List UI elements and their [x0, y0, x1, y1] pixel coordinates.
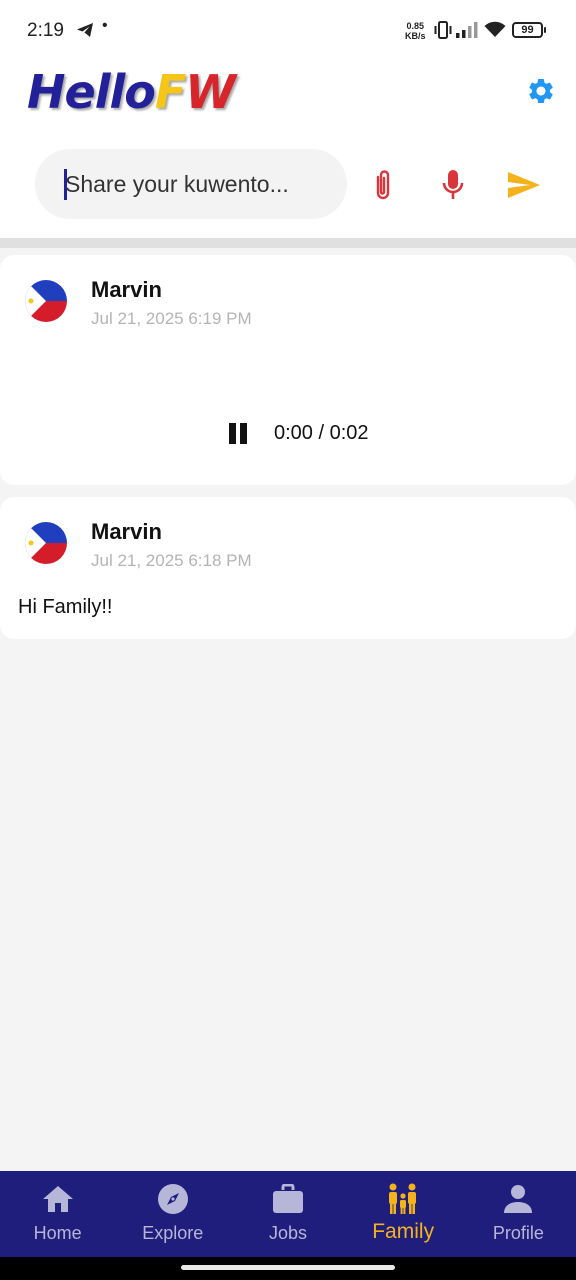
signal-icon — [456, 22, 478, 43]
attach-button[interactable] — [365, 164, 401, 206]
send-button[interactable] — [504, 166, 544, 204]
nav-label: Jobs — [268, 1223, 307, 1243]
settings-button[interactable] — [524, 74, 558, 108]
family-icon — [386, 1183, 420, 1215]
text-caret — [64, 169, 67, 200]
network-speed: 0.85 KB/s — [405, 21, 426, 41]
briefcase-icon — [271, 1183, 305, 1215]
nav-label: Home — [33, 1223, 82, 1243]
nav-home[interactable]: Home — [0, 1171, 115, 1257]
status-bar: 2:19 • 0.85 KB/s 99 — [0, 0, 576, 60]
nav-family[interactable]: Family — [346, 1171, 461, 1257]
nav-profile[interactable]: Profile — [461, 1171, 576, 1257]
person-icon — [501, 1183, 535, 1215]
vibrate-icon — [433, 21, 453, 44]
audio-time: 0:00 / 0:02 — [274, 421, 369, 444]
pause-icon — [229, 422, 236, 444]
composer-field[interactable] — [35, 149, 347, 219]
logo-w: W — [185, 65, 236, 119]
wifi-icon — [484, 21, 506, 43]
nav-explore[interactable]: Explore — [115, 1171, 230, 1257]
gesture-bar — [0, 1257, 576, 1280]
telegram-icon — [76, 22, 94, 43]
microphone-button[interactable] — [435, 164, 471, 206]
nav-label: Explore — [142, 1223, 204, 1243]
send-icon — [508, 172, 540, 198]
nav-jobs[interactable]: Jobs — [230, 1171, 345, 1257]
post-author[interactable]: Marvin — [91, 519, 162, 545]
notification-dot: • — [102, 17, 108, 34]
app-header: HelloFW — [0, 60, 576, 238]
nav-label: Profile — [492, 1223, 544, 1243]
logo-f: F — [154, 65, 186, 119]
gear-icon — [529, 78, 553, 103]
header-divider — [0, 238, 576, 248]
battery-indicator: 99 — [512, 22, 546, 38]
post-timestamp: Jul 21, 2025 6:19 PM — [91, 309, 252, 328]
status-time: 2:19 — [27, 20, 64, 41]
post-timestamp: Jul 21, 2025 6:18 PM — [91, 551, 252, 570]
avatar[interactable] — [20, 275, 72, 327]
philippine-flag-icon — [25, 522, 67, 564]
audio-player: 0:00 / 0:02 — [226, 419, 369, 447]
philippine-flag-icon — [25, 280, 67, 322]
post-card: Marvin Jul 21, 2025 6:19 PM 0:00 / 0:02 — [0, 255, 576, 485]
bottom-navigation: Home Explore Jobs Family Profile — [0, 1171, 576, 1257]
logo-hello: Hello — [27, 65, 156, 119]
microphone-icon — [442, 170, 464, 199]
pause-button[interactable] — [226, 421, 250, 445]
post-author[interactable]: Marvin — [91, 277, 162, 303]
nav-label: Family — [372, 1220, 435, 1243]
home-indicator[interactable] — [181, 1265, 395, 1270]
paperclip-icon — [376, 170, 390, 200]
compass-icon — [156, 1183, 190, 1215]
post-text: Hi Family!! — [18, 596, 113, 618]
share-input[interactable] — [63, 149, 333, 219]
app-logo: HelloFW — [27, 64, 236, 120]
home-icon — [41, 1183, 75, 1215]
post-card: Marvin Jul 21, 2025 6:18 PM Hi Family!! — [0, 497, 576, 639]
avatar[interactable] — [20, 517, 72, 569]
